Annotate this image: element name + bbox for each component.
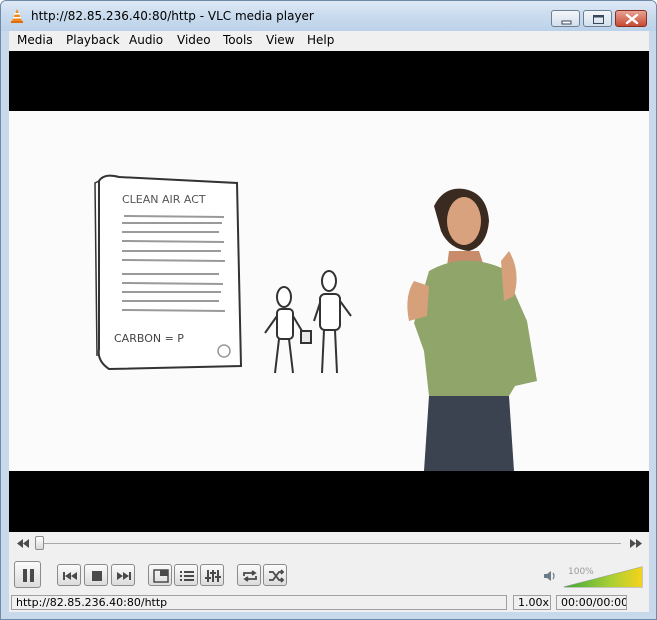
rewind-icon[interactable]	[17, 539, 29, 548]
previous-icon	[63, 572, 77, 580]
minimize-button[interactable]	[551, 10, 580, 27]
loop-icon	[243, 570, 257, 582]
play-pause-button[interactable]	[14, 561, 41, 588]
shuffle-icon	[269, 569, 285, 583]
previous-button[interactable]	[57, 564, 81, 586]
next-button[interactable]	[111, 564, 135, 586]
maximize-button[interactable]	[583, 10, 612, 27]
loop-button[interactable]	[237, 564, 261, 586]
volume-slider[interactable]	[563, 566, 643, 588]
seek-handle[interactable]	[35, 536, 44, 550]
pause-icon	[23, 569, 34, 582]
vlc-window: http://82.85.236.40:80/http - VLC media …	[0, 0, 657, 620]
status-bar: http://82.85.236.40:80/http 1.00x 00:00/…	[9, 593, 649, 612]
video-area[interactable]: CLEAN AIR ACT CARBON = P	[9, 51, 649, 532]
stop-button[interactable]	[84, 564, 108, 586]
menu-media[interactable]: Media	[17, 33, 53, 47]
playback-speed[interactable]: 1.00x	[513, 595, 551, 610]
random-button[interactable]	[263, 564, 287, 586]
equalizer-icon	[205, 570, 221, 582]
fullscreen-button[interactable]	[148, 564, 172, 586]
close-button[interactable]	[615, 10, 647, 27]
video-frame: CLEAN AIR ACT CARBON = P	[9, 111, 649, 471]
next-icon	[117, 572, 131, 580]
document-footer: CARBON = P	[114, 332, 184, 345]
fast-forward-icon[interactable]	[630, 539, 642, 548]
status-url: http://82.85.236.40:80/http	[11, 595, 507, 610]
menu-playback[interactable]: Playback	[66, 33, 120, 47]
menu-bar: Media Playback Audio Video Tools View He…	[9, 31, 649, 51]
speaker-icon[interactable]	[542, 569, 558, 583]
time-display[interactable]: 00:00/00:00	[556, 595, 627, 610]
minimize-icon	[561, 20, 572, 25]
menu-help[interactable]: Help	[307, 33, 334, 47]
extended-settings-button[interactable]	[200, 564, 224, 586]
menu-view[interactable]: View	[266, 33, 294, 47]
playlist-icon	[180, 571, 194, 581]
clean-air-act-document: CLEAN AIR ACT CARBON = P	[94, 174, 243, 371]
window-title: http://82.85.236.40:80/http - VLC media …	[31, 9, 314, 23]
document-heading: CLEAN AIR ACT	[122, 193, 206, 206]
playlist-button[interactable]	[174, 564, 198, 586]
cartoon-figures	[264, 270, 352, 374]
title-bar[interactable]: http://82.85.236.40:80/http - VLC media …	[1, 1, 656, 31]
menu-video[interactable]: Video	[177, 33, 211, 47]
menu-audio[interactable]: Audio	[129, 33, 163, 47]
video-scene: CLEAN AIR ACT CARBON = P	[94, 174, 537, 471]
maximize-icon	[593, 15, 604, 24]
seek-bar[interactable]	[35, 543, 621, 544]
menu-tools[interactable]: Tools	[223, 33, 253, 47]
stop-icon	[92, 571, 102, 581]
fullscreen-icon	[153, 569, 169, 583]
presenter	[407, 188, 537, 471]
vlc-cone-icon	[11, 9, 23, 23]
close-icon	[625, 13, 639, 25]
